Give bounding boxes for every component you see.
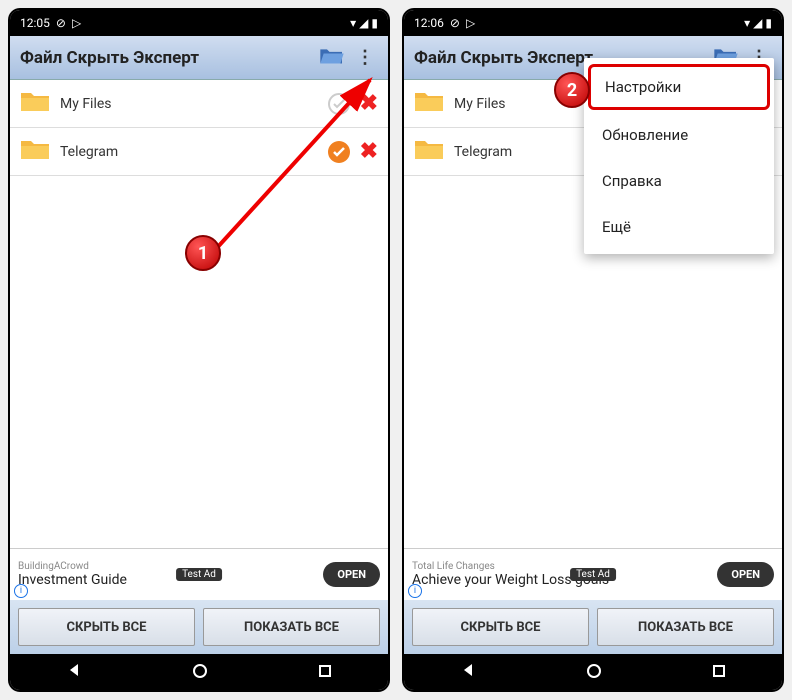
battery-icon: ▮ xyxy=(371,16,378,30)
folder-open-icon[interactable] xyxy=(318,46,346,70)
list-item-label: Telegram xyxy=(60,144,118,160)
ad-tag: Test Ad xyxy=(176,568,222,581)
android-navbar xyxy=(404,654,782,690)
recent-icon[interactable] xyxy=(712,663,726,682)
delete-icon[interactable]: ✖ xyxy=(360,139,378,164)
app-bar: Файл Скрыть Эксперт ⋮ xyxy=(10,36,388,80)
hide-all-button[interactable]: СКРЫТЬ ВСЕ xyxy=(18,608,195,646)
menu-item-update[interactable]: Обновление xyxy=(584,112,774,158)
wifi-icon: ▾ xyxy=(744,16,750,30)
folder-icon xyxy=(414,90,444,118)
menu-item-settings[interactable]: Настройки xyxy=(588,64,770,110)
list-item-label: Telegram xyxy=(454,144,512,160)
menu-item-more[interactable]: Ещё xyxy=(584,204,774,250)
ad-info-icon[interactable]: i xyxy=(408,584,422,598)
unchecked-icon[interactable] xyxy=(328,93,350,115)
vertical-dots-icon[interactable]: ⋮ xyxy=(352,47,378,68)
annotation-step-1: 1 xyxy=(185,235,221,271)
no-sim-icon: ⊘ xyxy=(56,16,66,30)
play-icon: ▷ xyxy=(466,16,475,30)
hide-all-button[interactable]: СКРЫТЬ ВСЕ xyxy=(412,608,589,646)
folder-icon xyxy=(20,90,50,118)
status-time: 12:06 xyxy=(414,16,444,30)
list-item-label: My Files xyxy=(454,96,506,112)
recent-icon[interactable] xyxy=(318,663,332,682)
folder-icon xyxy=(20,138,50,166)
overflow-menu: Настройки Обновление Справка Ещё xyxy=(584,58,774,254)
ad-open-button[interactable]: OPEN xyxy=(717,562,774,587)
battery-icon: ▮ xyxy=(765,16,772,30)
show-all-button[interactable]: ПОКАЗАТЬ ВСЕ xyxy=(597,608,774,646)
annotation-step-2: 2 xyxy=(554,72,590,108)
ad-headline: Investment Guide xyxy=(18,572,127,588)
home-icon[interactable] xyxy=(193,663,207,682)
ad-info-icon[interactable]: i xyxy=(14,584,28,598)
show-all-button[interactable]: ПОКАЗАТЬ ВСЕ xyxy=(203,608,380,646)
checked-icon[interactable] xyxy=(328,141,350,163)
status-bar: 12:05 ⊘ ▷ ▾ ◢ ▮ xyxy=(10,10,388,36)
ad-advertiser: BuildingACrowd xyxy=(18,561,127,572)
back-icon[interactable] xyxy=(460,662,476,682)
list-item[interactable]: My Files ✖ xyxy=(10,80,388,128)
ad-open-button[interactable]: OPEN xyxy=(323,562,380,587)
list-item-label: My Files xyxy=(60,96,112,112)
home-icon[interactable] xyxy=(587,663,601,682)
folder-icon xyxy=(414,138,444,166)
list-item[interactable]: Telegram ✖ xyxy=(10,128,388,176)
play-icon: ▷ xyxy=(72,16,81,30)
phone-left: 12:05 ⊘ ▷ ▾ ◢ ▮ Файл Скрыть Эксперт ⋮ My… xyxy=(8,8,390,692)
ad-banner[interactable]: i Total Life Changes Achieve your Weight… xyxy=(404,548,782,600)
ad-banner[interactable]: i BuildingACrowd Investment Guide Test A… xyxy=(10,548,388,600)
ad-tag: Test Ad xyxy=(570,568,616,581)
bottom-button-bar: СКРЫТЬ ВСЕ ПОКАЗАТЬ ВСЕ xyxy=(10,600,388,654)
delete-icon[interactable]: ✖ xyxy=(360,91,378,116)
status-bar: 12:06 ⊘ ▷ ▾ ◢ ▮ xyxy=(404,10,782,36)
no-sim-icon: ⊘ xyxy=(450,16,460,30)
menu-item-help[interactable]: Справка xyxy=(584,158,774,204)
back-icon[interactable] xyxy=(66,662,82,682)
app-title: Файл Скрыть Эксперт xyxy=(414,48,593,68)
android-navbar xyxy=(10,654,388,690)
file-list: My Files ✖ Telegram ✖ xyxy=(10,80,388,548)
app-title: Файл Скрыть Эксперт xyxy=(20,48,199,68)
wifi-icon: ▾ xyxy=(350,16,356,30)
status-time: 12:05 xyxy=(20,16,50,30)
phone-right: 12:06 ⊘ ▷ ▾ ◢ ▮ Файл Скрыть Эксперт ⋮ My… xyxy=(402,8,784,692)
signal-icon: ◢ xyxy=(753,16,762,30)
signal-icon: ◢ xyxy=(359,16,368,30)
bottom-button-bar: СКРЫТЬ ВСЕ ПОКАЗАТЬ ВСЕ xyxy=(404,600,782,654)
